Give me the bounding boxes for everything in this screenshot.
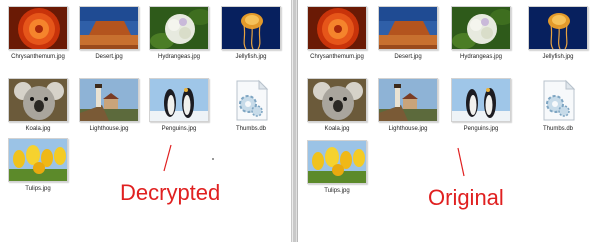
koala-thumbnail (8, 78, 68, 122)
file-name: Thumbs.db (542, 126, 573, 132)
file-item[interactable]: Jellyfish.jpg (523, 6, 593, 68)
file-item[interactable]: Lighthouse.jpg (373, 78, 443, 140)
file-name: Thumbs.db (235, 126, 266, 132)
tulips-thumbnail (8, 138, 68, 182)
chrysanthemum-thumbnail (8, 6, 68, 50)
file-pane-original: Chrysanthemum.jpg Desert.jpg Hydrangeas.… (298, 0, 600, 242)
file-name: Chrysanthemum.jpg (310, 54, 364, 60)
jellyfish-thumbnail (528, 6, 588, 50)
annotation-tick-mark (457, 147, 465, 177)
hydrangeas-thumbnail (149, 6, 209, 50)
jellyfish-thumbnail (221, 6, 281, 50)
chrysanthemum-thumbnail (307, 6, 367, 50)
annotation-tick-mark (163, 144, 172, 172)
caption-original: Original (428, 185, 504, 210)
file-name: Desert.jpg (95, 54, 123, 60)
file-name: Tulips.jpg (324, 188, 350, 194)
file-item[interactable]: Tulips.jpg (3, 138, 73, 200)
file-name: Jellyfish.jpg (235, 54, 267, 60)
file-item[interactable]: Jellyfish.jpg (216, 6, 286, 68)
file-item[interactable]: Koala.jpg (3, 78, 73, 140)
settings-file-icon (221, 78, 281, 122)
file-name: Penguins.jpg (161, 126, 197, 132)
file-item[interactable]: Thumbs.db (216, 78, 286, 140)
file-item[interactable]: Penguins.jpg (446, 78, 516, 140)
file-item[interactable]: Penguins.jpg (144, 78, 214, 140)
koala-thumbnail (307, 78, 367, 122)
scrollbar-thumb[interactable] (293, 0, 296, 242)
file-item[interactable]: Chrysanthemum.jpg (3, 6, 73, 68)
file-name: Tulips.jpg (25, 186, 51, 192)
vertical-scrollbar[interactable] (291, 0, 298, 242)
file-name: Hydrangeas.jpg (157, 54, 201, 60)
tulips-thumbnail (307, 140, 367, 184)
penguins-thumbnail (149, 78, 209, 122)
file-pane-decrypted: Chrysanthemum.jpg Desert.jpg Hydrangeas.… (0, 0, 291, 242)
file-item[interactable]: Desert.jpg (74, 6, 144, 68)
stray-dot (212, 158, 214, 160)
file-name: Koala.jpg (324, 126, 350, 132)
file-item[interactable]: Hydrangeas.jpg (446, 6, 516, 68)
file-name: Chrysanthemum.jpg (11, 54, 65, 60)
file-name: Lighthouse.jpg (388, 126, 428, 132)
penguins-thumbnail (451, 78, 511, 122)
file-name: Lighthouse.jpg (89, 126, 129, 132)
lighthouse-thumbnail (378, 78, 438, 122)
file-name: Koala.jpg (25, 126, 51, 132)
settings-file-icon (528, 78, 588, 122)
file-item[interactable]: Koala.jpg (302, 78, 372, 140)
file-name: Jellyfish.jpg (542, 54, 574, 60)
file-name: Hydrangeas.jpg (459, 54, 503, 60)
file-item[interactable]: Hydrangeas.jpg (144, 6, 214, 68)
desert-thumbnail (378, 6, 438, 50)
lighthouse-thumbnail (79, 78, 139, 122)
file-item[interactable]: Chrysanthemum.jpg (302, 6, 372, 68)
file-item[interactable]: Lighthouse.jpg (74, 78, 144, 140)
hydrangeas-thumbnail (451, 6, 511, 50)
caption-decrypted: Decrypted (120, 180, 221, 205)
file-item[interactable]: Desert.jpg (373, 6, 443, 68)
desert-thumbnail (79, 6, 139, 50)
file-item[interactable]: Tulips.jpg (302, 140, 372, 202)
file-item[interactable]: Thumbs.db (523, 78, 593, 140)
file-name: Penguins.jpg (463, 126, 499, 132)
file-name: Desert.jpg (394, 54, 422, 60)
